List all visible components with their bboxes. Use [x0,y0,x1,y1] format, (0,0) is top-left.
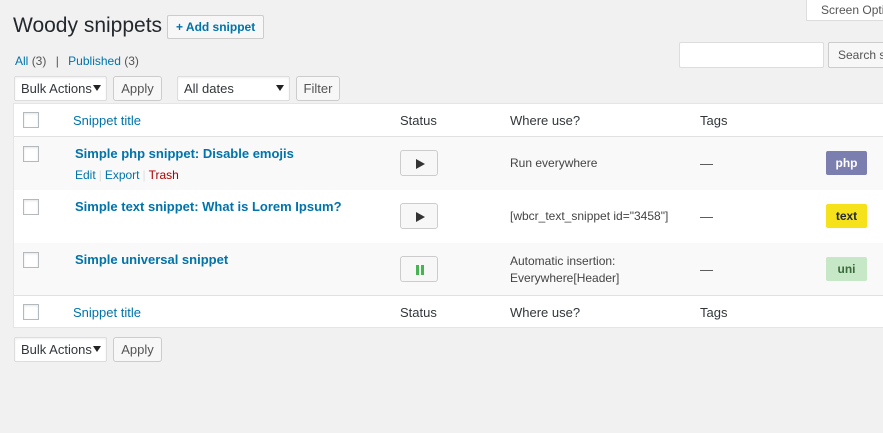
row-actions-separator: | [142,168,146,182]
status-toggle-button[interactable] [400,150,438,176]
table-row: Simple universal snippet Automatic inser… [14,243,883,295]
play-icon [416,159,425,169]
snippet-type-badge: php [826,151,867,175]
play-icon [416,212,425,222]
edit-link[interactable]: Edit [75,168,96,182]
bulk-actions-select-top[interactable]: Bulk Actions [14,76,107,101]
column-header-tags: Tags [700,113,728,128]
apply-button-bottom[interactable]: Apply [113,337,162,362]
column-footer-where: Where use? [510,305,581,320]
select-all-checkbox[interactable] [23,112,39,128]
column-header-title[interactable]: Snippet title [73,113,141,128]
pause-icon [416,265,424,275]
export-link[interactable]: Export [105,168,140,182]
table-header-row: Snippet title Status Where use? Tags [14,104,883,137]
row-checkbox[interactable] [23,146,39,162]
filter-all-link[interactable]: All [15,54,28,68]
snippet-type-badge: text [826,204,867,228]
where-use-line: Automatic insertion: [510,254,616,268]
chevron-down-icon [93,85,101,91]
filter-button[interactable]: Filter [296,76,340,101]
chevron-down-icon [93,346,101,352]
snippets-table: Snippet title Status Where use? Tags Sim… [13,103,883,328]
bulk-actions-select-bottom[interactable]: Bulk Actions [14,337,107,362]
dates-filter-select[interactable]: All dates [177,76,290,101]
row-checkbox[interactable] [23,199,39,215]
row-actions: Edit | Export | Trash [75,168,179,182]
where-use-text: Automatic insertion: Everywhere[Header] [510,253,619,287]
tags-value: — [700,156,713,171]
table-row: Simple php snippet: Disable emojis Edit |… [14,137,883,190]
status-filter-links: All (3) | Published (3) [15,54,139,68]
page-title: Woody snippets [13,14,163,37]
add-snippet-button[interactable]: + Add snippet [167,15,265,39]
table-row: Simple text snippet: What is Lorem Ipsum… [14,190,883,243]
filter-all-count: (3) [31,54,47,68]
where-use-line: Everywhere[Header] [510,271,620,285]
dates-selected: All dates [184,81,234,96]
where-use-line: Run everywhere [510,156,598,170]
where-use-text: Run everywhere [510,155,597,172]
snippet-title-link[interactable]: Simple php snippet: Disable emojis [75,146,294,161]
column-header-where: Where use? [510,113,581,128]
tags-value: — [700,262,713,277]
bulk-actions-selected: Bulk Actions [21,81,92,96]
tags-value: — [700,209,713,224]
column-header-status: Status [400,113,437,128]
column-footer-title[interactable]: Snippet title [73,305,141,320]
trash-link[interactable]: Trash [149,168,179,182]
filter-published-link[interactable]: Published [68,54,121,68]
column-footer-tags: Tags [700,305,728,320]
row-actions-separator: | [98,168,102,182]
snippet-type-badge: uni [826,257,867,281]
column-footer-status: Status [400,305,437,320]
bulk-actions-selected: Bulk Actions [21,342,92,357]
status-toggle-button[interactable] [400,203,438,229]
filter-separator: | [55,54,59,68]
chevron-down-icon [276,85,284,91]
snippet-title-link[interactable]: Simple universal snippet [75,252,228,267]
select-all-checkbox-footer[interactable] [23,304,39,320]
screen-options-toggle[interactable]: Screen Options [806,0,883,21]
where-use-line: [wbcr_text_snippet id="3458"] [510,209,669,223]
search-input[interactable] [679,42,824,68]
apply-button-top[interactable]: Apply [113,76,162,101]
row-checkbox[interactable] [23,252,39,268]
where-use-text: [wbcr_text_snippet id="3458"] [510,208,668,225]
status-toggle-button[interactable] [400,256,438,282]
search-button[interactable]: Search snippets [828,42,883,68]
snippet-title-link[interactable]: Simple text snippet: What is Lorem Ipsum… [75,199,342,214]
filter-published-count: (3) [124,54,139,68]
table-footer-row: Snippet title Status Where use? Tags [14,295,883,328]
